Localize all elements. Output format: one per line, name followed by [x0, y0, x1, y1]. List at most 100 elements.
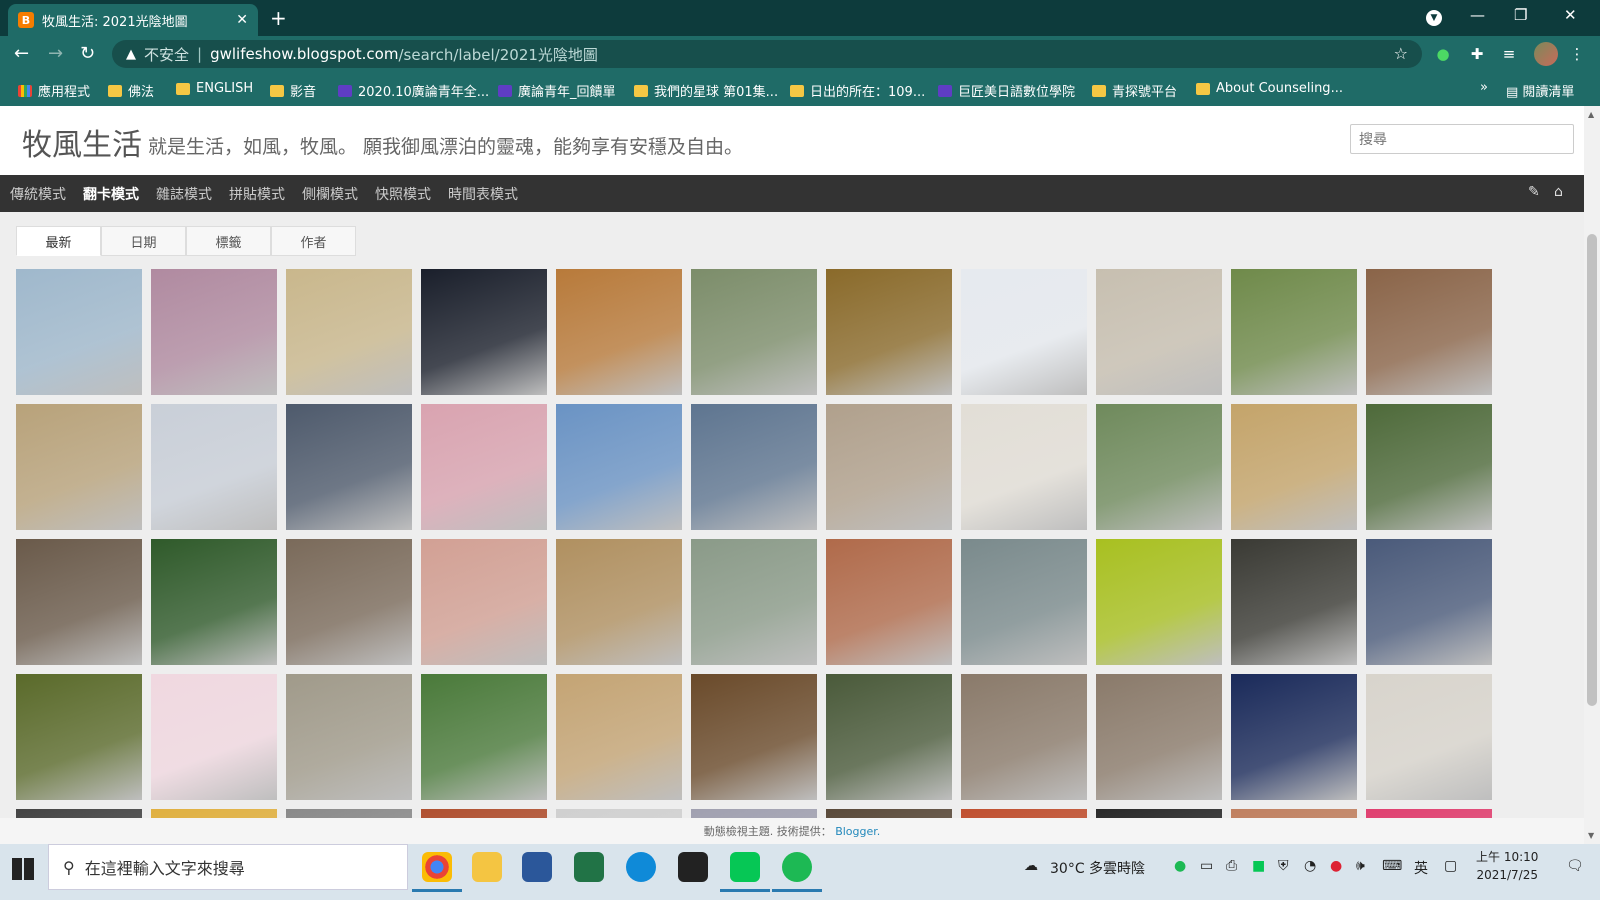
scrollbar-thumb[interactable] [1587, 234, 1597, 706]
photo-tile[interactable] [421, 404, 547, 530]
bookmark-item[interactable]: 巨匠美日語數位學院 [938, 81, 1075, 100]
bookmark-item[interactable]: 影音 [270, 81, 316, 100]
photo-tile[interactable] [1096, 404, 1222, 530]
photo-tile[interactable] [151, 269, 277, 395]
bookmark-item[interactable]: 2020.10廣論青年全... [338, 81, 489, 100]
photo-tile[interactable] [691, 674, 817, 800]
restore-icon[interactable]: ❐ [1514, 6, 1527, 24]
bookmark-item[interactable]: 佛法 [108, 81, 154, 100]
excel-app-icon[interactable] [574, 852, 604, 882]
page-scrollbar[interactable]: ▲ ▼ [1584, 106, 1600, 844]
browser-tab[interactable]: B 牧風生活: 2021光陰地圖 ✕ [8, 4, 258, 36]
forward-icon[interactable]: → [48, 43, 63, 64]
photo-tile[interactable] [1366, 674, 1492, 800]
photo-tile[interactable] [1096, 269, 1222, 395]
photo-tile[interactable] [16, 269, 142, 395]
photo-tile[interactable] [421, 269, 547, 395]
sort-date[interactable]: 日期 [101, 226, 186, 256]
photo-tile[interactable] [556, 539, 682, 665]
scroll-up-icon[interactable]: ▲ [1588, 110, 1594, 119]
close-window-icon[interactable]: ✕ [1564, 6, 1577, 24]
photo-tile[interactable] [1231, 269, 1357, 395]
bookmark-item[interactable]: 廣論青年_回饋單 [498, 81, 616, 100]
profile-avatar[interactable] [1534, 42, 1558, 66]
printer-icon[interactable]: ⎙ [1226, 858, 1237, 874]
weather-icon[interactable]: ☁ [1024, 858, 1038, 874]
bookmark-item[interactable]: 我們的星球 第01集... [634, 81, 778, 100]
photo-tile[interactable] [16, 539, 142, 665]
view-classic[interactable]: 傳統模式 [10, 184, 66, 204]
photo-tile[interactable] [961, 269, 1087, 395]
sort-label[interactable]: 標籤 [186, 226, 271, 256]
bookmark-item[interactable]: 應用程式 [18, 81, 90, 100]
sticky-notes-icon[interactable] [678, 852, 708, 882]
taskbar-search-box[interactable]: ⚲ 在這裡輸入文字來搜尋 [48, 844, 408, 890]
spotify-app-icon[interactable] [772, 852, 822, 892]
spotify-tray-icon[interactable]: ● [1174, 858, 1186, 874]
photo-tile[interactable] [16, 404, 142, 530]
evernote-extension-icon[interactable]: ● [1434, 45, 1452, 63]
bookmark-item[interactable]: 日出的所在：109... [790, 81, 925, 100]
photo-tile[interactable] [1231, 404, 1357, 530]
photo-tile[interactable] [691, 404, 817, 530]
wifi-icon[interactable]: ◔ [1304, 858, 1316, 874]
view-magazine[interactable]: 雜誌模式 [156, 184, 212, 204]
windows-start-icon[interactable] [12, 858, 34, 880]
edit-pencil-icon[interactable]: ✎ [1528, 184, 1540, 200]
photo-tile[interactable] [1366, 404, 1492, 530]
bookmark-item[interactable]: 青探號平台 [1092, 81, 1177, 100]
extensions-puzzle-icon[interactable]: ✚ [1468, 45, 1486, 63]
photo-tile[interactable] [421, 674, 547, 800]
file-explorer-icon[interactable] [472, 852, 502, 882]
photo-tile[interactable] [286, 539, 412, 665]
minimize-icon[interactable]: — [1470, 6, 1485, 24]
photo-tile[interactable] [691, 269, 817, 395]
home-icon[interactable]: ⌂ [1554, 184, 1563, 200]
photo-tile[interactable] [826, 539, 952, 665]
blog-title[interactable]: 牧風生活 [22, 120, 142, 164]
shield-icon[interactable]: ⛨ [1278, 858, 1289, 874]
menu-kebab-icon[interactable]: ⋮ [1568, 45, 1586, 63]
photo-tile[interactable] [1096, 674, 1222, 800]
photo-tile[interactable] [826, 674, 952, 800]
weather-text[interactable]: 30°C 多雲時陰 [1050, 858, 1145, 878]
more-bookmarks-icon[interactable]: » [1480, 80, 1488, 95]
tab-search-icon[interactable]: ▼ [1426, 10, 1442, 26]
photo-tile[interactable] [961, 674, 1087, 800]
photo-tile[interactable] [1096, 539, 1222, 665]
chrome-tray-icon[interactable]: ● [1330, 858, 1342, 874]
bookmark-star-icon[interactable]: ☆ [1394, 44, 1408, 63]
photo-tile[interactable] [961, 404, 1087, 530]
photo-tile[interactable] [826, 404, 952, 530]
edge-app-icon[interactable] [626, 852, 656, 882]
photo-tile[interactable] [1231, 539, 1357, 665]
reading-list-button[interactable]: ▤ 閱讀清單 [1506, 81, 1574, 100]
tab-close-icon[interactable]: ✕ [236, 12, 248, 28]
photo-tile[interactable] [556, 404, 682, 530]
sort-author[interactable]: 作者 [271, 226, 356, 256]
warning-icon[interactable]: ▲ [126, 47, 136, 62]
ime-mode-icon[interactable]: ▢ [1444, 858, 1457, 874]
photo-tile[interactable] [16, 674, 142, 800]
volume-icon[interactable]: 🕪 [1356, 858, 1365, 874]
photo-tile[interactable] [286, 269, 412, 395]
keyboard-icon[interactable]: ⌨ [1382, 858, 1402, 874]
system-clock[interactable]: 上午 10:10 2021/7/25 [1476, 848, 1538, 884]
bookmark-item[interactable]: About Counseling... [1196, 81, 1343, 96]
word-app-icon[interactable] [522, 852, 552, 882]
line-app-icon[interactable] [720, 852, 770, 892]
view-mosaic[interactable]: 拼貼模式 [229, 184, 285, 204]
photo-tile[interactable] [421, 539, 547, 665]
blogger-link[interactable]: Blogger. [835, 825, 880, 838]
photo-tile[interactable] [1231, 674, 1357, 800]
reload-icon[interactable]: ↻ [80, 43, 95, 64]
photo-tile[interactable] [556, 674, 682, 800]
photo-tile[interactable] [961, 539, 1087, 665]
scroll-down-icon[interactable]: ▼ [1588, 831, 1594, 840]
photo-tile[interactable] [691, 539, 817, 665]
photo-tile[interactable] [151, 674, 277, 800]
view-sidebar[interactable]: 側欄模式 [302, 184, 358, 204]
photo-tile[interactable] [826, 269, 952, 395]
ime-indicator[interactable]: 英 [1414, 858, 1428, 878]
back-icon[interactable]: ← [14, 43, 29, 64]
